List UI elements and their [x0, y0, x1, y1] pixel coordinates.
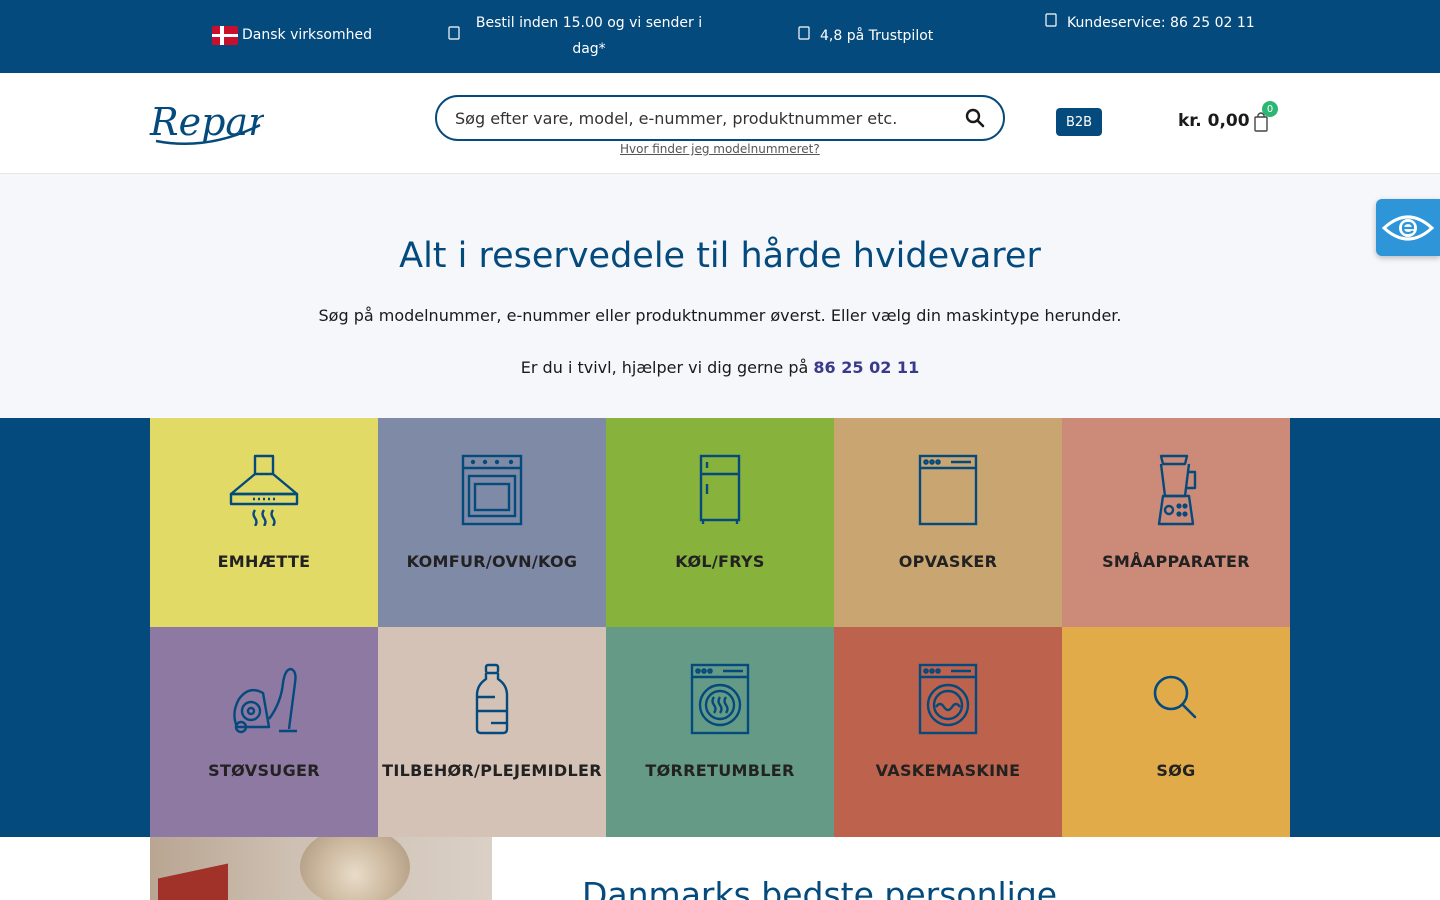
shipping-notice: Bestil inden 15.00 og vi sender i dag*	[448, 10, 708, 62]
category-tile-smaapparater[interactable]: SMÅAPPARATER	[1062, 418, 1290, 627]
category-label: EMHÆTTE	[217, 552, 311, 571]
oven-icon	[461, 454, 523, 526]
logo-text: Repart	[149, 100, 264, 144]
category-label: KØL/FRYS	[675, 552, 765, 571]
cart-count-badge: 0	[1262, 101, 1278, 117]
photo-flag-shape	[158, 863, 228, 900]
category-tile-tilbehor[interactable]: TILBEHØR/PLEJEMIDLER	[378, 627, 606, 837]
site-header: Repart Hvor finder jeg modelnummeret? B2…	[0, 73, 1440, 174]
photo-person-shape	[300, 837, 410, 900]
category-label: KOMFUR/OVN/KOG	[406, 552, 578, 571]
dishwasher-icon	[918, 454, 978, 526]
category-tile-stovsuger[interactable]: STØVSUGER	[150, 627, 378, 837]
category-tile-kol-frys[interactable]: KØL/FRYS	[606, 418, 834, 627]
customer-service-photo	[150, 837, 492, 900]
range-hood-icon	[229, 454, 299, 526]
danish-business-item: Dansk virksomhed	[212, 22, 372, 48]
hero-section: Alt i reservedele til hårde hvidevarer S…	[0, 174, 1440, 418]
hero-help-prefix: Er du i tvivl, hjælper vi dig gerne på	[520, 358, 809, 377]
b2b-button[interactable]: B2B	[1056, 108, 1102, 136]
category-grid: EMHÆTTE KOMFUR/OVN/KOG KØL/FRYS OPVASKER…	[150, 418, 1290, 837]
model-number-help-link[interactable]: Hvor finder jeg modelnummeret?	[620, 142, 820, 156]
category-label: TØRRETUMBLER	[645, 761, 795, 780]
dk-flag-icon	[212, 25, 238, 45]
top-info-bar: Dansk virksomhed Bestil inden 15.00 og v…	[0, 0, 1440, 73]
customer-service-label: Kundeservice: 86 25 02 11	[1067, 15, 1255, 31]
search-box	[435, 95, 1005, 141]
category-tile-vaskemaskine[interactable]: VASKEMASKINE	[834, 627, 1062, 837]
search-icon	[1153, 675, 1197, 719]
repart-logo[interactable]: Repart	[148, 95, 282, 149]
category-label: OPVASKER	[898, 552, 998, 571]
personal-service-heading: Danmarks bedste personlige	[582, 875, 1058, 900]
personal-service-section: Danmarks bedste personlige	[0, 837, 1440, 900]
category-label: VASKEMASKINE	[875, 761, 1021, 780]
danish-business-label: Dansk virksomhed	[242, 27, 372, 43]
hero-help-text: Er du i tvivl, hjælper vi dig gerne på 8…	[0, 358, 1440, 377]
shipping-line-2: dag*	[572, 41, 606, 57]
category-label: STØVSUGER	[208, 761, 320, 780]
shipping-line-1: Bestil inden 15.00 og vi sender i	[475, 15, 703, 31]
eye-icon	[1382, 215, 1434, 240]
trustpilot-label: 4,8 på Trustpilot	[820, 28, 934, 44]
hero-subtitle: Søg på modelnummer, e-nummer eller produ…	[318, 306, 1122, 325]
truck-icon	[448, 23, 460, 49]
accessibility-widget-button[interactable]	[1376, 199, 1440, 256]
blender-icon	[1157, 454, 1197, 526]
dryer-icon	[690, 663, 750, 735]
category-label: SMÅAPPARATER	[1102, 552, 1250, 571]
category-tile-opvasker[interactable]: OPVASKER	[834, 418, 1062, 627]
hero-phone-link[interactable]: 86 25 02 11	[813, 358, 919, 377]
search-input[interactable]	[455, 108, 965, 128]
customer-service-item[interactable]: Kundeservice: 86 25 02 11	[1045, 10, 1255, 36]
category-tile-sog[interactable]: SØG	[1062, 627, 1290, 837]
bottle-icon	[475, 663, 509, 735]
category-tile-emhaette[interactable]: EMHÆTTE	[150, 418, 378, 627]
washing-machine-icon	[918, 663, 978, 735]
search-icon[interactable]	[965, 108, 985, 128]
category-tile-komfur[interactable]: KOMFUR/OVN/KOG	[378, 418, 606, 627]
category-label: TILBEHØR/PLEJEMIDLER	[382, 761, 602, 780]
category-tile-torretumbler[interactable]: TØRRETUMBLER	[606, 627, 834, 837]
hero-title: Alt i reservedele til hårde hvidevarer	[399, 236, 1041, 276]
star-icon	[798, 23, 810, 49]
cart-total[interactable]: kr. 0,00	[1178, 111, 1250, 131]
category-section: EMHÆTTE KOMFUR/OVN/KOG KØL/FRYS OPVASKER…	[0, 418, 1440, 837]
shipping-notice-text: Bestil inden 15.00 og vi sender i dag*	[470, 10, 708, 62]
fridge-icon	[699, 454, 741, 524]
vacuum-cleaner-icon	[233, 667, 297, 734]
phone-icon	[1045, 10, 1057, 36]
category-label: SØG	[1156, 761, 1196, 780]
trustpilot-item[interactable]: 4,8 på Trustpilot	[798, 23, 933, 49]
